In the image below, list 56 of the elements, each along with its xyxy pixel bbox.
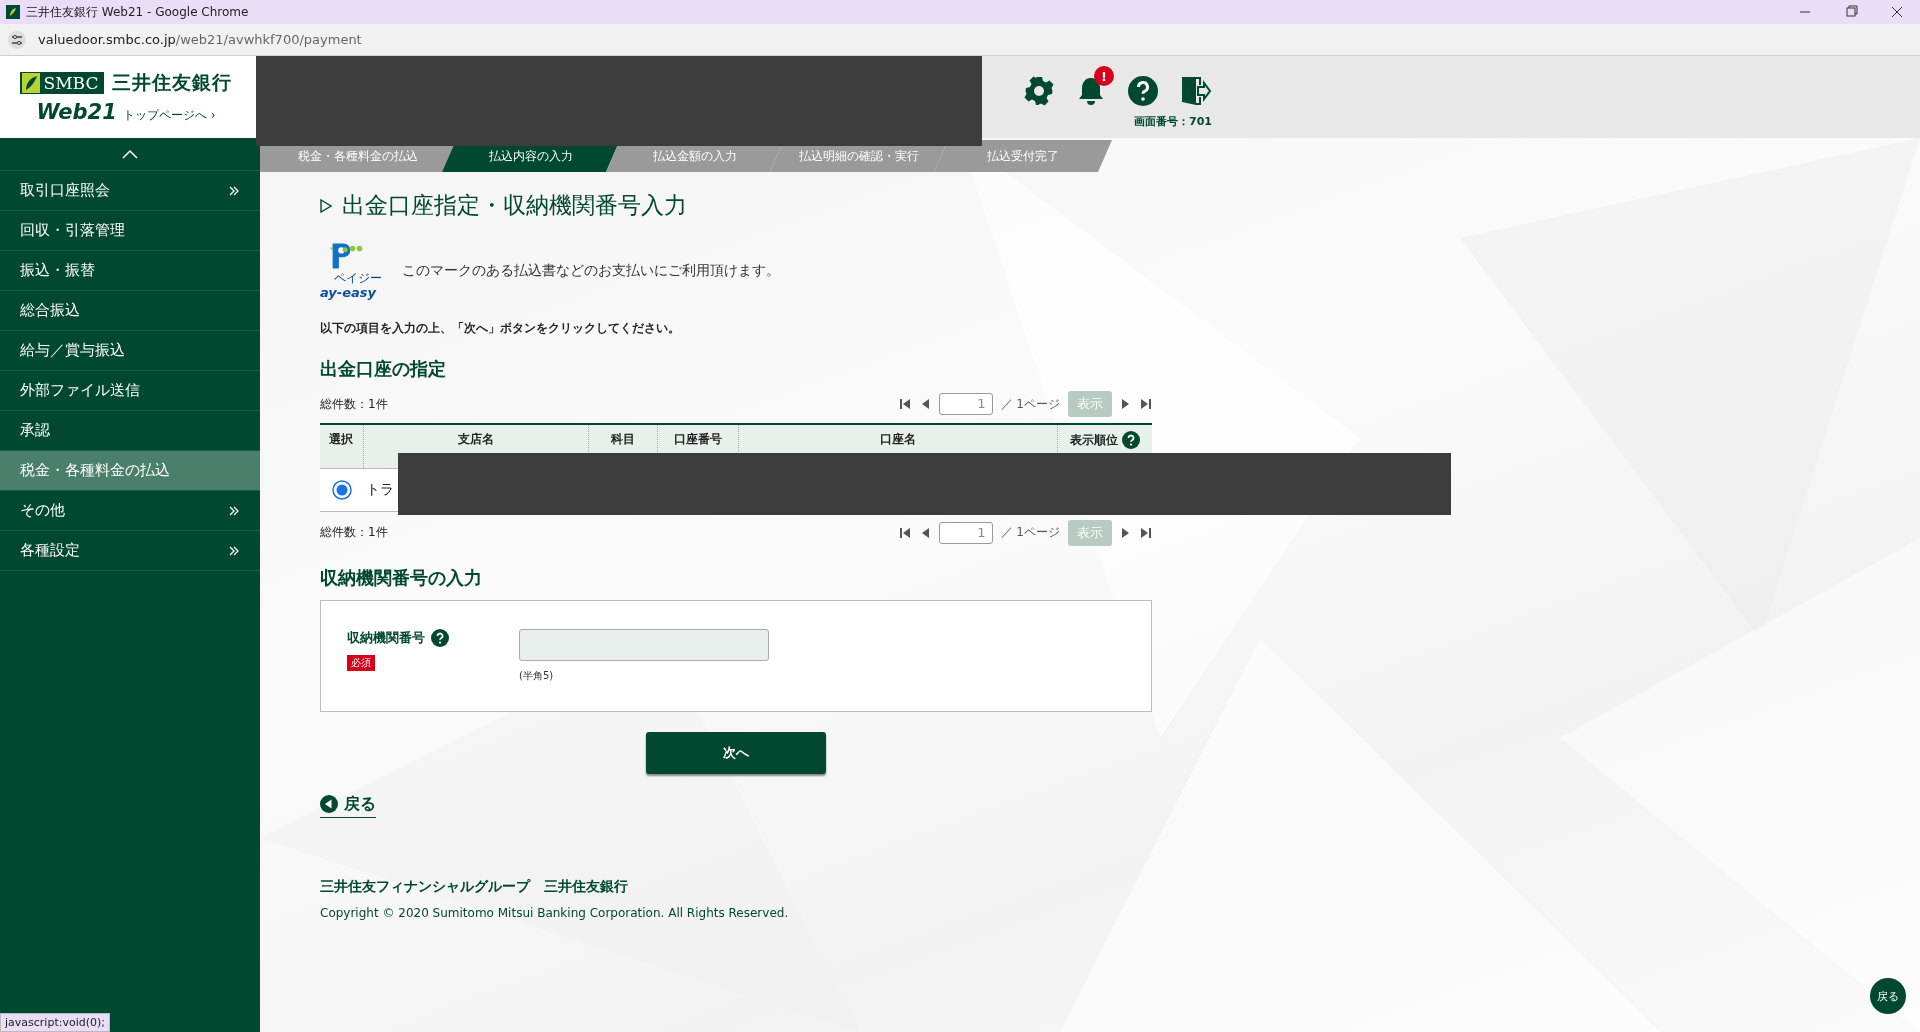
field-label: 収納機関番号 [347,628,425,647]
table-cell-text: トラ [365,480,395,497]
payeasy-logo-text: ay-easy [320,286,377,300]
top-page-link[interactable]: トップページへ › [122,107,216,124]
copyright-text: Copyright © 2020 Sumitomo Mitsui Banking Corporation. All Rights Reserved. [320,905,790,920]
section-heading: 収納機関番号の入力 [320,565,483,590]
column-header: 選択 [329,431,354,448]
total-count: 総件数：1件 [320,524,388,541]
back-button[interactable]: 戻る [1870,978,1906,1014]
bank-name[interactable]: 三井住友銀行 [112,70,233,96]
page-count: ／ 1ページ [1000,395,1060,413]
next-button[interactable]: 次へ [646,731,826,774]
sidebar-item[interactable]: 税金・各種料金の払込 [0,451,260,491]
collapse-icon[interactable] [122,149,138,159]
last-page-icon[interactable] [1140,398,1152,410]
total-count: 総件数：1件 [320,395,388,413]
screen-number: 画面番号：701 [1134,114,1212,129]
payeasy-kana: ペイジー [334,271,382,286]
last-page-icon[interactable] [1140,526,1152,539]
column-header: 支店名 [457,431,494,448]
page-field[interactable]: 1 [938,393,993,415]
window-title: 三井住友銀行 Web21 - Google Chrome [26,3,250,21]
radio-button[interactable] [331,479,352,500]
product-name[interactable]: Web21 [36,100,117,124]
help-icon[interactable] [431,628,449,647]
help-icon[interactable] [1122,431,1141,449]
site-settings-icon[interactable] [8,30,26,49]
settings-icon[interactable] [1022,74,1056,108]
column-header: 口座名 [880,431,917,448]
input-field[interactable] [519,628,769,661]
help-icon[interactable] [1126,74,1160,108]
double-chevron-icon [228,504,240,517]
bank-logo-mark[interactable]: SMBC [19,72,105,94]
page-count: ／ 1ページ [1000,524,1060,541]
footer-group-name: 三井住友フィナンシャルグループ 三井住友銀行 [320,877,629,896]
page-field[interactable]: 1 [938,521,993,544]
column-header: 口座番号 [674,431,723,448]
instruction-text: 以下の項目を入力の上、「次へ」ボタンをクリックしてください。 [320,320,681,337]
app-icon [6,5,20,19]
payeasy-note: このマークのある払込書などのお支払いにご利用頂けます。 [402,261,780,280]
first-page-icon[interactable] [898,398,911,410]
section-heading: 出金口座の指定 [320,357,447,381]
progress-step: 払込受付完了 [934,140,1112,172]
double-chevron-icon [228,184,240,197]
address-bar[interactable]: valuedoor.smbc.co.jp/web21/avwhkf700/payment [38,32,362,47]
page-title: 出金口座指定・収納機関番号入力 [342,191,687,220]
status-text: javascript:void(0); [0,1013,110,1032]
first-page-icon[interactable] [898,526,911,539]
notification-badge: ! [1094,66,1114,86]
back-link[interactable]: 戻る [320,793,376,818]
column-header: 表示順位 [1070,431,1141,449]
field-hint: (半角5) [519,668,555,683]
required-tag: 必須 [347,654,375,671]
column-header: 科目 [611,431,636,448]
double-chevron-icon [228,544,240,557]
triangle-icon [320,198,332,213]
